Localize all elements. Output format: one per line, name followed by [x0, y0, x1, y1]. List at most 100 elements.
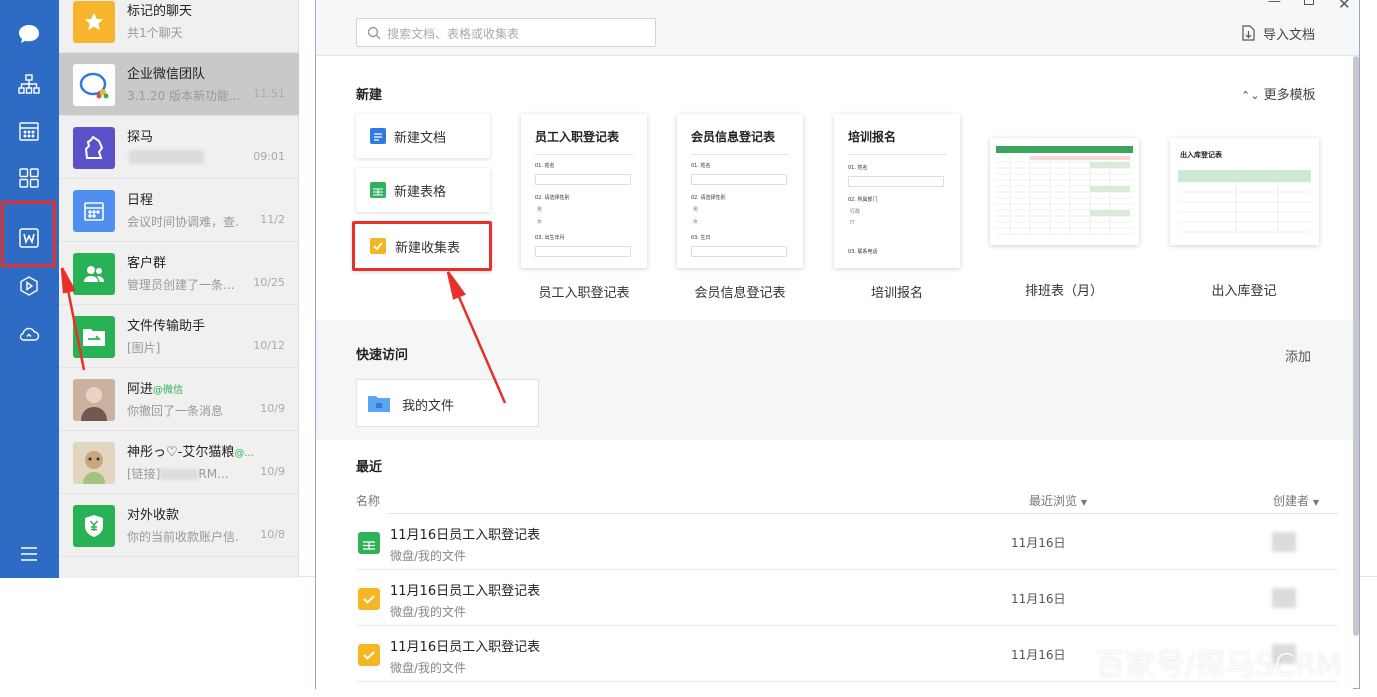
form-file-icon — [358, 644, 380, 666]
quick-access-title: 快速访问 — [356, 348, 409, 363]
template-card-inventory[interactable]: 出入库登记表 — [1170, 138, 1319, 245]
docs-window: 搜索文档、表格或收集表 导入文档 — ✕ 新建 ⌃⌄ 更多模板 新建文档 新建表… — [315, 0, 1360, 689]
avatar — [73, 442, 115, 484]
chat-item-schedule[interactable]: 日程 会议时间协调难，查... 11/2 — [59, 179, 299, 242]
new-sheet-button[interactable]: 新建表格 — [356, 168, 490, 212]
template-question: 01. 姓名 — [691, 163, 711, 169]
weidisk-icon[interactable] — [15, 272, 43, 300]
column-browse-header[interactable]: 最近浏览 ▼ — [1029, 492, 1087, 509]
minimize-icon[interactable]: — — [1268, 0, 1281, 9]
chat-preview: 管理员创建了一条... — [127, 278, 235, 292]
cloud-icon[interactable] — [15, 320, 43, 348]
contacts-org-icon[interactable] — [15, 70, 43, 98]
file-path: 微盘/我的文件 — [390, 605, 467, 619]
file-name: 11月16日员工入职登记表 — [390, 584, 541, 599]
chat-list: 标记的聊天 共1个聊天 企业微信团队 3.1.20 版本新功能... 11:51… — [59, 0, 299, 578]
template-question: 03. 联系电话 — [848, 249, 878, 255]
template-option: 男 — [537, 207, 543, 213]
divider — [848, 154, 946, 155]
my-files-button[interactable]: 我的文件 — [356, 379, 539, 427]
template-option: 女 — [693, 219, 699, 225]
template-question: 03. 出生年月 — [535, 235, 565, 241]
schedule-icon — [73, 190, 115, 232]
star-icon — [73, 1, 115, 43]
chat-time: 11:51 — [253, 87, 285, 100]
sort-down-icon: ▼ — [1080, 498, 1087, 507]
template-card-training[interactable]: 培训报名 01. 姓名 02. 所属部门 行政 IT 03. 联系电话 — [834, 114, 960, 268]
blurred-preview — [129, 150, 204, 164]
chat-item-ajin[interactable]: 阿进@微信 你撤回了一条消息 10/9 — [59, 368, 299, 431]
chat-item-wecom-team[interactable]: 企业微信团队 3.1.20 版本新功能... 11:51 — [59, 53, 299, 116]
chat-item-shentong[interactable]: 神彤っ♡-艾尔猫粮@... [链接] RM... 10/9 — [59, 431, 299, 494]
new-form-label: 新建收集表 — [395, 241, 461, 256]
import-doc-button[interactable]: 导入文档 — [1263, 24, 1315, 43]
column-browse-label: 最近浏览 — [1029, 494, 1078, 508]
import-icon — [1242, 25, 1255, 41]
chat-preview: 会议时间协调难，查... — [127, 215, 239, 229]
menu-icon[interactable] — [15, 540, 43, 568]
template-option: 女 — [537, 219, 543, 225]
search-input[interactable]: 搜索文档、表格或收集表 — [356, 18, 656, 47]
chat-item-starred[interactable]: 标记的聊天 共1个聊天 — [59, 0, 299, 53]
table-row[interactable]: 11月16日员工入职登记表 微盘/我的文件 11月16日 — [356, 514, 1338, 570]
new-doc-button[interactable]: 新建文档 — [356, 114, 490, 158]
column-creator-header[interactable]: 创建者 ▼ — [1273, 492, 1319, 509]
divider — [691, 154, 789, 155]
docs-highlight-box — [1, 201, 56, 267]
chat-name: 阿进@微信 — [127, 378, 183, 397]
chat-name: 探马 — [127, 130, 154, 145]
template-option: 男 — [693, 207, 699, 213]
sort-down-icon: ▼ — [1312, 498, 1319, 507]
workbench-icon[interactable] — [15, 164, 43, 192]
chat-preview: 你的当前收款账户信... — [127, 530, 239, 544]
template-title: 员工入职登记表 — [535, 130, 620, 144]
chat-preview: 共1个聊天 — [127, 26, 183, 40]
more-templates-label: 更多模板 — [1263, 88, 1316, 103]
chat-item-tanma[interactable]: 探马 09:01 — [59, 116, 299, 179]
chat-name: 企业微信团队 — [127, 67, 206, 82]
add-quick-access-button[interactable]: 添加 — [1285, 346, 1311, 365]
template-card-employee[interactable]: 员工入职登记表 01. 姓名 02. 请选择性别 男 女 03. 出生年月 — [521, 114, 647, 268]
chat-preview: [链接] RM... — [127, 465, 239, 482]
chat-time: 10/9 — [260, 465, 285, 478]
template-label: 员工入职登记表 — [538, 286, 630, 301]
template-card-schedule[interactable] — [990, 138, 1139, 245]
scrollbar[interactable] — [1353, 56, 1359, 636]
column-creator-label: 创建者 — [1273, 494, 1310, 508]
chat-icon[interactable] — [15, 20, 43, 48]
watermark-text: 百家号/探马SCRM — [1095, 648, 1342, 683]
chat-time: 10/12 — [253, 339, 285, 352]
maximize-icon[interactable] — [1304, 0, 1314, 5]
chat-name: 日程 — [127, 193, 154, 208]
template-question: 02. 所属部门 — [848, 197, 878, 203]
new-form-button[interactable]: 新建收集表 — [352, 221, 492, 271]
close-icon[interactable]: ✕ — [1338, 0, 1351, 13]
chat-name: 文件传输助手 — [127, 319, 206, 334]
creator-avatar — [1272, 532, 1296, 552]
chat-preview: 3.1.20 版本新功能... — [127, 89, 239, 103]
wecom-logo-icon — [73, 64, 115, 106]
more-templates-button[interactable]: ⌃⌄ 更多模板 — [1241, 84, 1316, 103]
inventory-sheet-preview — [1178, 170, 1311, 233]
chat-time: 10/9 — [260, 402, 285, 415]
template-title: 会员信息登记表 — [691, 130, 776, 144]
chat-name: 神彤っ♡-艾尔猫粮@... — [127, 441, 254, 460]
file-path: 微盘/我的文件 — [390, 549, 467, 563]
template-question: 01. 姓名 — [535, 163, 555, 169]
calendar-icon[interactable] — [15, 117, 43, 145]
sheet-file-icon — [370, 182, 386, 198]
table-row[interactable]: 11月16日员工入职登记表 微盘/我的文件 11月16日 — [356, 570, 1338, 626]
chat-preview-text: [链接] — [127, 467, 161, 481]
divider — [535, 154, 633, 155]
payment-shield-icon — [73, 505, 115, 547]
chat-item-payment[interactable]: 对外收款 你的当前收款账户信... 10/8 — [59, 494, 299, 557]
folder-icon — [368, 396, 390, 412]
template-card-member[interactable]: 会员信息登记表 01. 姓名 02. 请选择性别 男 女 03. 生日 — [677, 114, 803, 268]
chat-name-text: 阿进 — [127, 382, 154, 397]
template-label: 培训报名 — [870, 286, 923, 301]
chat-item-file-transfer[interactable]: 文件传输助手 [图片] 10/12 — [59, 305, 299, 368]
file-date: 11月16日 — [1011, 536, 1066, 550]
column-name-header[interactable]: 名称 — [356, 492, 380, 509]
chat-item-customer-group[interactable]: 客户群 管理员创建了一条... 10/25 — [59, 242, 299, 305]
search-placeholder: 搜索文档、表格或收集表 — [387, 27, 520, 41]
